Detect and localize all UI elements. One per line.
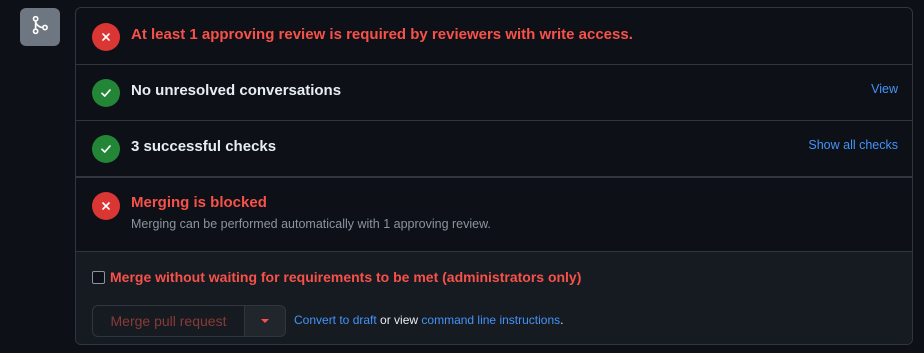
conversations-row: No unresolved conversations View (76, 65, 912, 121)
check-circle-icon (92, 79, 120, 107)
merge-pull-request-button[interactable]: Merge pull request (92, 305, 245, 337)
x-circle-icon (92, 192, 120, 220)
merge-box-panel: At least 1 approving review is required … (75, 7, 913, 345)
merge-button-group: Merge pull request (92, 305, 286, 337)
or-view-text: or view (376, 313, 422, 327)
review-requirement-row: At least 1 approving review is required … (76, 8, 912, 65)
check-circle-icon (92, 135, 120, 163)
merging-blocked-title: Merging is blocked (131, 194, 267, 211)
convert-to-draft-link[interactable]: Convert to draft (294, 313, 377, 327)
merging-blocked-subtitle: Merging can be performed automatically w… (131, 217, 491, 231)
checks-row: 3 successful checks Show all checks (76, 121, 912, 178)
checks-title: 3 successful checks (131, 138, 277, 155)
conversations-title: No unresolved conversations (131, 82, 342, 99)
merge-method-dropdown-button[interactable] (245, 305, 286, 337)
merge-status-icon-box (20, 8, 60, 46)
merging-blocked-row: Merging is blocked Merging can be perfor… (76, 178, 912, 252)
view-conversations-link[interactable]: View (871, 82, 898, 96)
bypass-requirements-option[interactable]: Merge without waiting for requirements t… (92, 269, 581, 285)
git-merge-icon (30, 15, 50, 40)
merge-actions-footer: Merge without waiting for requirements t… (76, 252, 912, 344)
show-all-checks-link[interactable]: Show all checks (808, 138, 898, 152)
bypass-requirements-label[interactable]: Merge without waiting for requirements t… (110, 269, 581, 285)
triangle-down-icon (261, 319, 269, 323)
x-circle-icon (92, 23, 120, 51)
bypass-requirements-checkbox[interactable] (92, 270, 105, 284)
review-requirement-title: At least 1 approving review is required … (131, 26, 633, 43)
footer-helper-text: Convert to draft or view command line in… (294, 313, 563, 327)
command-line-instructions-link[interactable]: command line instructions (421, 313, 560, 327)
period-text: . (560, 313, 564, 327)
